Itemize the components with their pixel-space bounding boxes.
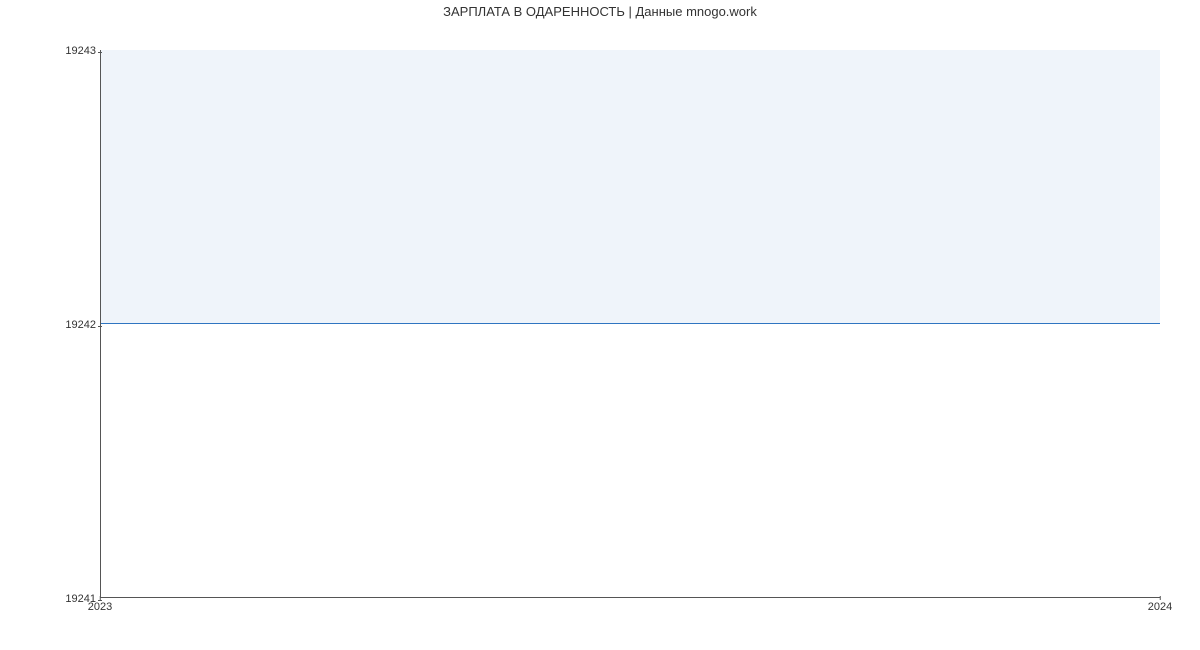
chart-title: ЗАРПЛАТА В ОДАРЕННОСТЬ | Данные mnogo.wo…: [0, 4, 1200, 19]
y-tick-label: 19242: [6, 320, 96, 331]
x-tick-mark: [1160, 596, 1161, 600]
series-line: [101, 323, 1160, 324]
x-tick-mark: [100, 596, 101, 600]
x-tick-label: 2023: [88, 602, 112, 613]
y-tick-text: 19243: [65, 45, 96, 57]
y-tick-text: 19242: [65, 319, 96, 331]
y-tick-label: 19241: [6, 594, 96, 605]
x-tick-text: 2024: [1148, 601, 1172, 613]
chart-container: ЗАРПЛАТА В ОДАРЕННОСТЬ | Данные mnogo.wo…: [0, 0, 1200, 650]
series-area-fill: [101, 50, 1160, 324]
x-tick-label: 2024: [1148, 602, 1172, 613]
plot-area: [100, 50, 1160, 598]
y-tick-label: 19243: [6, 46, 96, 57]
x-tick-text: 2023: [88, 601, 112, 613]
